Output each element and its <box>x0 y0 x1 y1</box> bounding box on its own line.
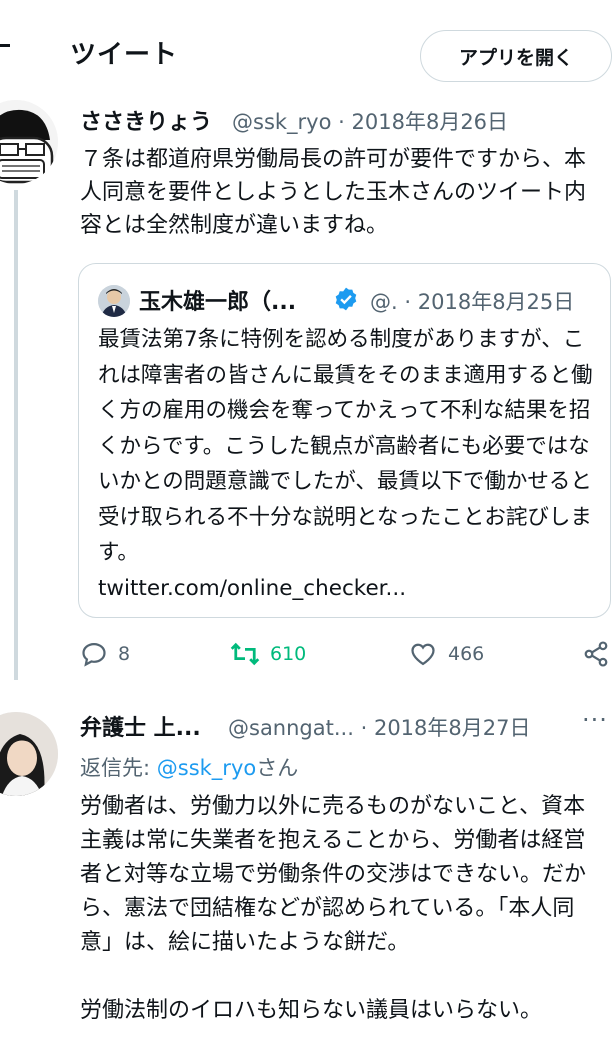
reply-button[interactable]: 8 <box>80 640 130 668</box>
like-button[interactable]: 466 <box>408 640 484 668</box>
verified-badge-icon <box>333 286 359 312</box>
tweet-meta: @. · 2018年8月25日 <box>370 286 574 316</box>
display-name[interactable]: 玉木雄一郎（... <box>139 284 296 316</box>
tweet-paragraph: 労働法制のイロハも知らない議員はいらない。 <box>80 998 543 1023</box>
reply-count: 8 <box>118 643 131 665</box>
handle[interactable]: @sanngat... <box>228 716 354 740</box>
page-title: ツイート <box>70 40 179 70</box>
tweet-paragraph: 労働者は、労働力以外に売るものがないこと、資本主義は常に失業者を抱えることから、… <box>80 794 587 955</box>
tweet-meta: @sanngat... · 2018年8月27日 <box>228 712 530 742</box>
retweet-icon <box>230 642 260 666</box>
handle[interactable]: @. <box>370 290 398 314</box>
tweet-text: 労働者は、労働力以外に売るものがないこと、資本主義は常に失業者を抱えることから、… <box>80 790 600 1062</box>
like-count: 466 <box>448 643 485 665</box>
quoted-link[interactable]: twitter.com/online_checker... <box>98 571 603 607</box>
replying-to-suffix: さん <box>256 756 299 780</box>
top-bar: ツイート アプリを開く <box>0 0 616 92</box>
avatar[interactable] <box>0 712 58 796</box>
replying-to-handle[interactable]: @ssk_ryo <box>157 756 256 780</box>
person-photo-icon <box>0 712 58 796</box>
display-name[interactable]: 弁護士 上... <box>80 710 201 742</box>
thread-connector-line <box>14 190 18 680</box>
handle[interactable]: @ssk_ryo <box>232 110 331 134</box>
avatar <box>98 285 130 317</box>
reply-icon <box>82 642 106 667</box>
open-app-button[interactable]: アプリを開く <box>420 30 612 82</box>
meta-separator: · <box>338 110 345 134</box>
heart-icon <box>411 643 435 666</box>
retweet-count: 610 <box>270 643 307 665</box>
timestamp[interactable]: 2018年8月26日 <box>352 110 509 134</box>
tweet-meta: @ssk_ryo · 2018年8月26日 <box>232 106 508 136</box>
tweet-text: ７条は都道府県労働局長の許可が要件ですから、本人同意を要件としようとした玉木さん… <box>80 147 587 238</box>
avatar[interactable] <box>0 100 58 184</box>
meta-separator: · <box>404 290 412 314</box>
quoted-text: 最賃法第7条に特例を認める制度がありますが、これは障害者の皆さんに最賃をそのまま… <box>98 327 593 565</box>
replying-to-label: 返信先: <box>80 756 157 780</box>
display-name[interactable]: ささきりょう <box>80 104 212 136</box>
cartoon-face-avatar-icon <box>0 100 58 184</box>
replying-to: 返信先: @ssk_ryoさん <box>80 752 298 782</box>
person-photo-icon <box>98 285 130 317</box>
more-options-icon[interactable]: ··· <box>582 706 608 734</box>
meta-separator: · <box>360 716 368 740</box>
retweet-button[interactable]: 610 <box>230 640 306 668</box>
timestamp[interactable]: 2018年8月25日 <box>418 290 575 314</box>
share-button[interactable] <box>582 640 610 668</box>
quoted-tweet-text: 最賃法第7条に特例を認める制度がありますが、これは障害者の皆さんに最賃をそのまま… <box>98 322 603 606</box>
back-arrow-icon[interactable] <box>0 44 10 47</box>
share-icon <box>584 641 608 667</box>
timestamp[interactable]: 2018年8月27日 <box>374 716 531 740</box>
